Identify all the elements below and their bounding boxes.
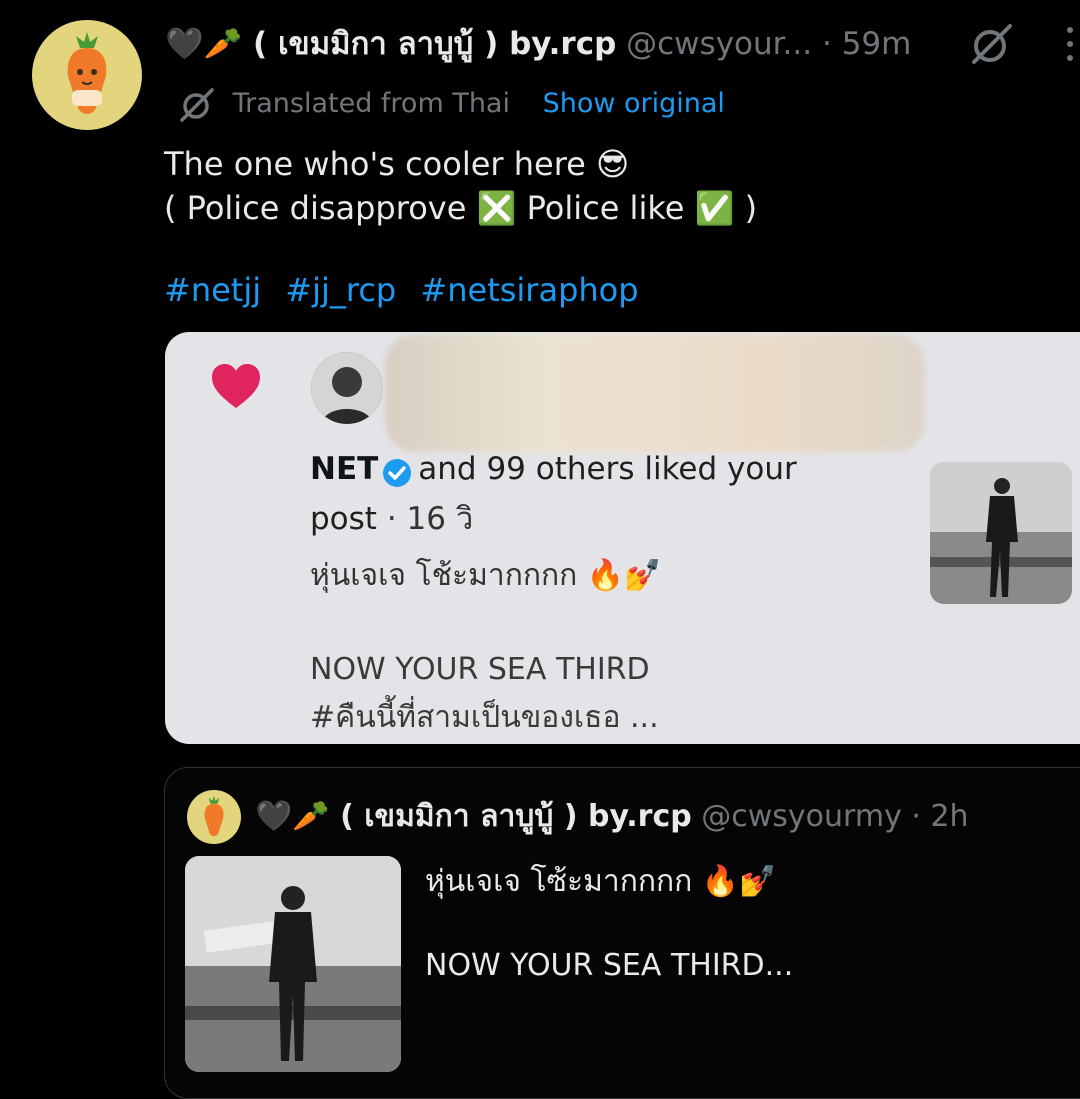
quoted-tweet-image[interactable] — [185, 856, 401, 1072]
show-original-link[interactable]: Show original — [543, 88, 725, 119]
notification-time: · 16 วิ — [386, 501, 474, 537]
author-display-name[interactable]: 🖤🥕 ( เขมมิกา ลาบูบู้ ) by.rcp — [165, 26, 616, 62]
quoted-tweet-timestamp: · 2h — [911, 799, 969, 834]
notification-screenshot[interactable]: NET and 99 others liked your post · 16 วิ… — [165, 332, 1080, 744]
translation-row: Translated from Thai Show original — [178, 84, 725, 124]
more-options-icon[interactable] — [1060, 24, 1080, 64]
quoted-author-display-name[interactable]: 🖤🥕 ( เขมมิกา ลาบูบู้ ) by.rcp — [255, 799, 692, 834]
notification-snippet: NOW YOUR SEA THIRD #คืนนี้ที่สามเป็นของเ… — [310, 646, 659, 742]
hashtag-link[interactable]: #netsiraphop — [420, 271, 638, 309]
quoted-tweet-header: 🖤🥕 ( เขมมิกา ลาบูบู้ ) by.rcp @cwsyourmy… — [255, 796, 969, 838]
tweet-body-line-2: ( Police disapprove ❎ Police like ✅ ) — [164, 189, 758, 227]
blurred-redaction — [385, 334, 925, 452]
heart-icon — [210, 362, 262, 410]
carrot-mascot-image — [67, 32, 107, 114]
liker-avatar — [311, 352, 383, 424]
translate-icon — [178, 86, 216, 124]
liker-name: NET — [310, 451, 379, 487]
quoted-tweet[interactable]: 🖤🥕 ( เขมมิกา ลาบูบู้ ) by.rcp @cwsyourmy… — [164, 767, 1080, 1099]
grok-icon[interactable] — [968, 20, 1016, 68]
quoted-tweet-snippet: NOW YOUR SEA THIRD... — [425, 948, 794, 983]
translated-label: Translated from Thai — [232, 88, 510, 119]
quoted-author-handle[interactable]: @cwsyourmy — [701, 799, 902, 834]
hashtag-list: #netjj #jj_rcp #netsiraphop — [164, 268, 653, 312]
quoted-tweet-caption: หุ่นเจเจ โซ้ะมากกกก 🔥💅 — [425, 864, 777, 899]
hashtag-link[interactable]: #jj_rcp — [285, 271, 396, 309]
notification-snippet-line-1: NOW YOUR SEA THIRD — [310, 652, 650, 687]
quoted-author-avatar[interactable] — [187, 790, 241, 844]
tweet-body-line-1: The one who's cooler here 😎 — [164, 145, 630, 183]
post-thumbnail — [930, 462, 1072, 604]
notification-snippet-line-2: #คืนนี้ที่สามเป็นของเธอ ... — [310, 700, 659, 735]
tweet-header: 🖤🥕 ( เขมมิกา ลาบูบู้ ) by.rcp @cwsyour..… — [165, 22, 911, 66]
notification-text: NET and 99 others liked your post · 16 วิ — [310, 444, 850, 544]
notification-caption: หุ่นเจเจ โช้ะมากกกก 🔥💅 — [310, 558, 662, 593]
tweet-timestamp[interactable]: · 59m — [822, 26, 911, 62]
tweet-body: The one who's cooler here 😎 ( Police dis… — [164, 142, 757, 230]
verified-badge-icon — [382, 453, 412, 487]
author-avatar[interactable] — [32, 20, 142, 130]
hashtag-link[interactable]: #netjj — [164, 271, 261, 309]
author-handle[interactable]: @cwsyour... — [626, 26, 812, 62]
